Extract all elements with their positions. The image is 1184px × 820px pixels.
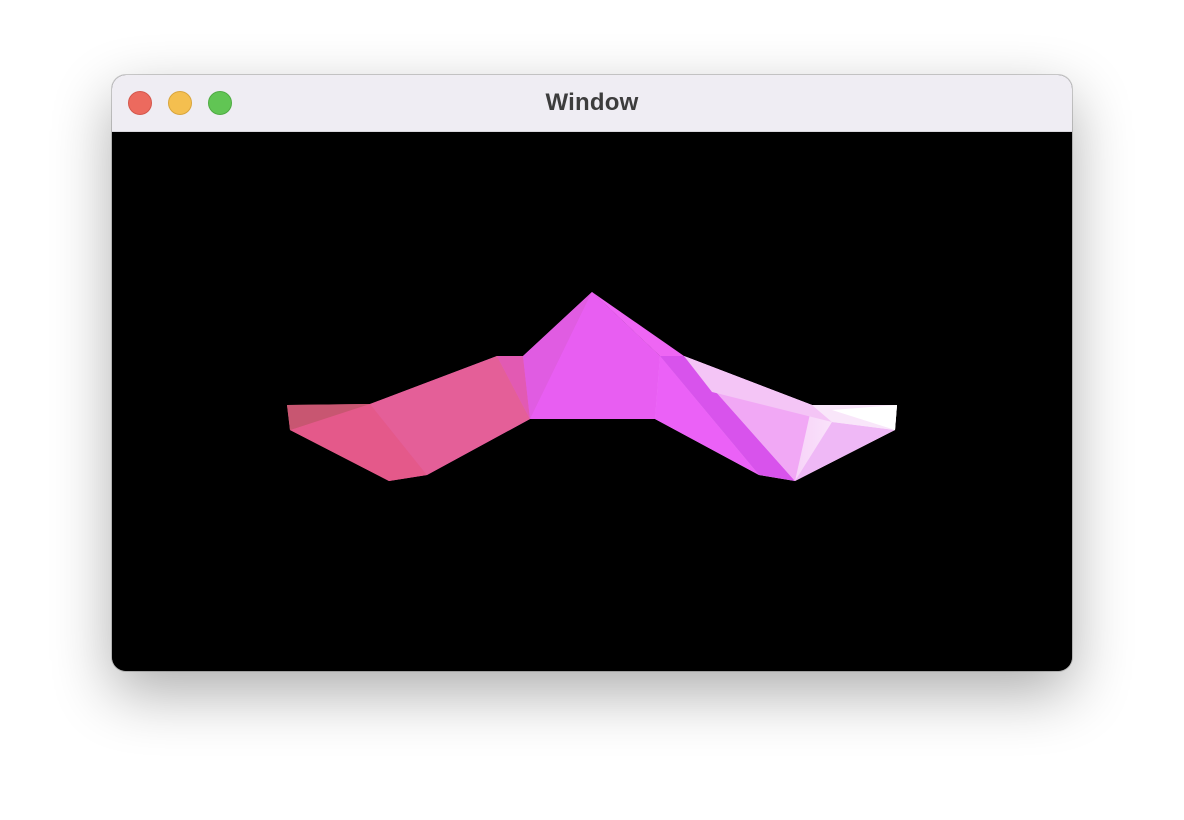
render-viewport[interactable] xyxy=(112,132,1072,671)
app-window: Window xyxy=(112,75,1072,671)
window-title: Window xyxy=(545,89,639,116)
surface-canvas xyxy=(287,292,897,481)
title-bar[interactable]: Window xyxy=(112,75,1072,132)
